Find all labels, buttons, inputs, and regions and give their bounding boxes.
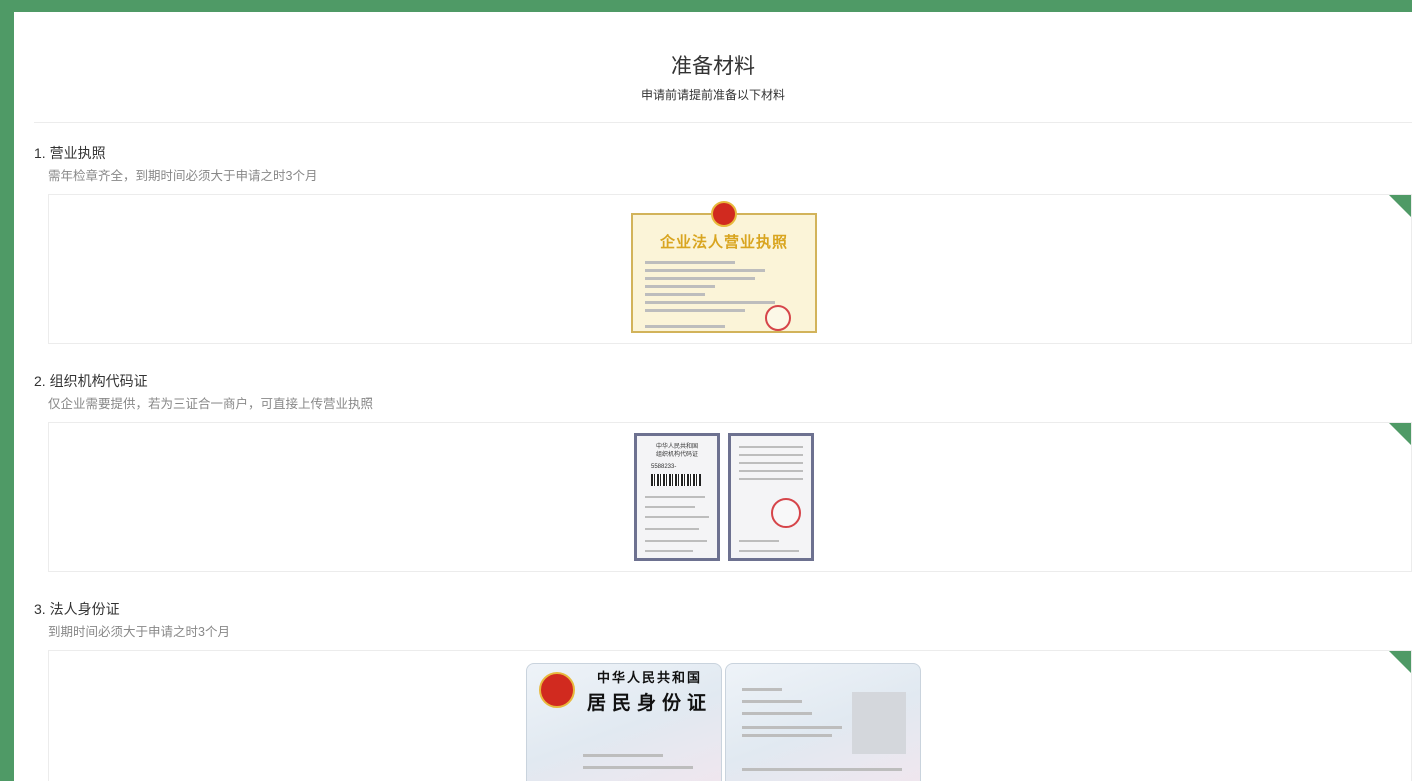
example-image-frame: 中华人民共和国 居民身份证 [48, 650, 1412, 781]
red-seal-icon [765, 305, 791, 331]
id-card-image: 中华人民共和国 居民身份证 [49, 651, 1411, 781]
materials-panel: 准备材料 申请前请提前准备以下材料 1. 营业执照 需年检章齐全，到期时间必须大… [14, 12, 1412, 781]
page-header: 准备材料 申请前请提前准备以下材料 [14, 12, 1412, 102]
national-emblem-icon [711, 201, 737, 227]
certificate-back [728, 433, 814, 561]
certificate-front: 中华人民共和国 组织机构代码证 5588233- [634, 433, 720, 561]
national-emblem-icon [539, 672, 575, 708]
section-description: 仅企业需要提供，若为三证合一商户，可直接上传营业执照 [48, 397, 374, 411]
section-title: 1. 营业执照 [34, 145, 106, 161]
page-subtitle: 申请前请提前准备以下材料 [640, 88, 785, 102]
section-legal-person-id: 3. 法人身份证 到期时间必须大于申请之时3个月 中华人民共和国 居民身份证 [34, 600, 1412, 781]
section-organization-code: 2. 组织机构代码证 仅企业需要提供，若为三证合一商户，可直接上传营业执照 中华… [34, 372, 1412, 572]
example-image-frame: 企业法人营业执照 [48, 194, 1412, 344]
section-title: 3. 法人身份证 [34, 601, 120, 617]
license-title: 企业法人营业执照 [659, 234, 788, 251]
section-business-license: 1. 营业执照 需年检章齐全，到期时间必须大于申请之时3个月 企业法人营业执照 [34, 144, 1412, 344]
license-document: 企业法人营业执照 [631, 213, 817, 333]
business-license-image: 企业法人营业执照 [49, 195, 1411, 343]
section-description: 到期时间必须大于申请之时3个月 [48, 625, 230, 639]
page-title: 准备材料 [671, 55, 755, 78]
photo-placeholder [852, 692, 906, 754]
section-description: 需年检章齐全，到期时间必须大于申请之时3个月 [48, 169, 318, 183]
section-title: 2. 组织机构代码证 [34, 373, 148, 389]
barcode-icon [651, 474, 701, 486]
id-card-front: 中华人民共和国 居民身份证 [526, 663, 722, 781]
header-divider [34, 122, 1412, 123]
id-card-back [725, 663, 921, 781]
red-seal-icon [771, 498, 801, 528]
example-image-frame: 中华人民共和国 组织机构代码证 5588233- [48, 422, 1412, 572]
organization-code-certificate-image: 中华人民共和国 组织机构代码证 5588233- [49, 423, 1411, 571]
